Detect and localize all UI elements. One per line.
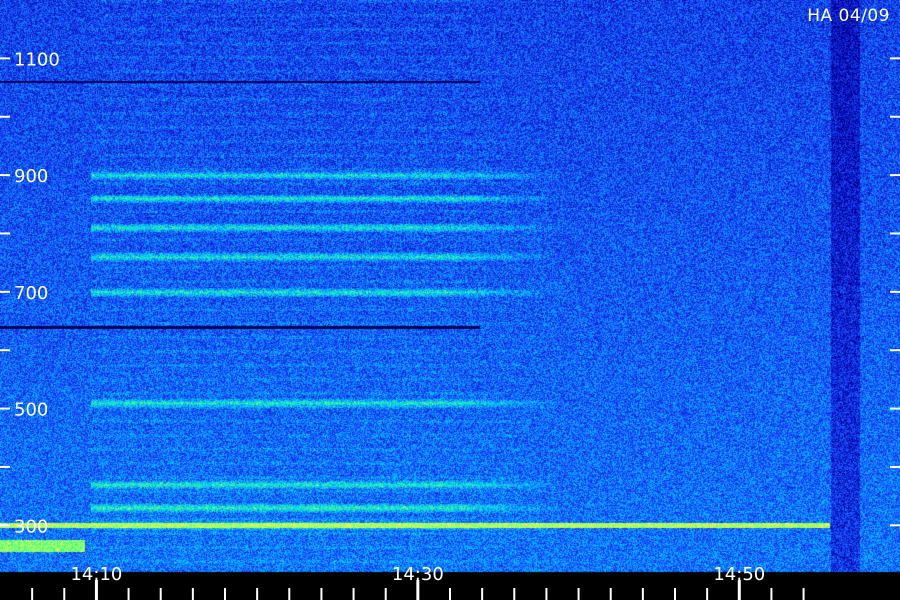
station-date-label: HA 04/09 bbox=[807, 6, 890, 26]
spectrogram-image bbox=[0, 0, 900, 600]
